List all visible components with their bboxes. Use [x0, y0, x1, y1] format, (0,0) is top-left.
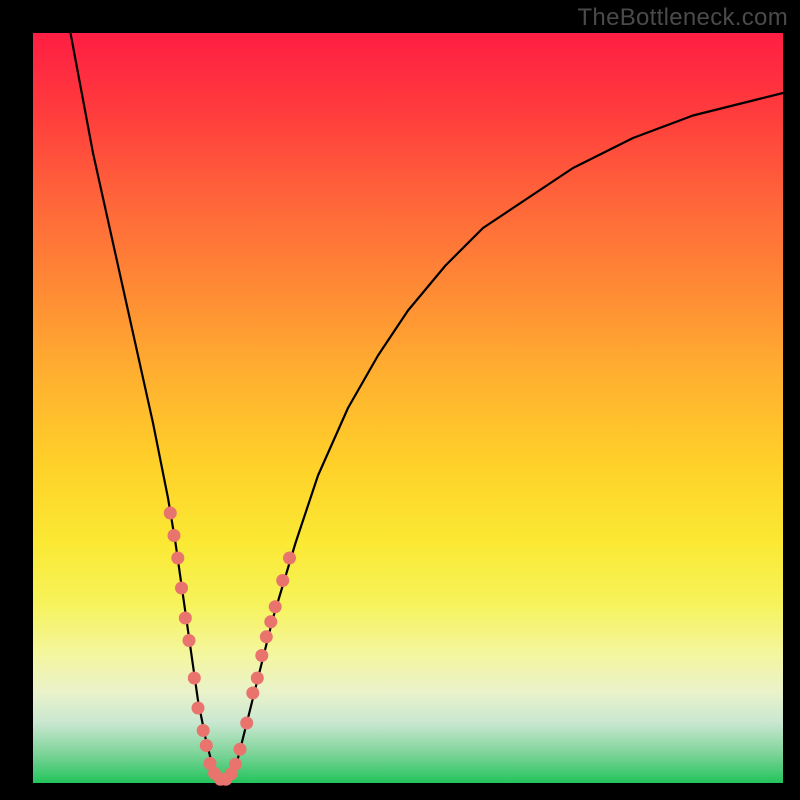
curve-dot — [164, 507, 177, 520]
watermark-text: TheBottleneck.com — [577, 4, 788, 32]
curve-dot — [251, 672, 264, 685]
curve-dot — [175, 582, 188, 595]
outer-frame: TheBottleneck.com — [0, 0, 800, 800]
curve-dot — [179, 612, 192, 625]
curve-dot — [200, 739, 213, 752]
curve-dot — [188, 672, 201, 685]
curve-dot — [197, 724, 210, 737]
curve-dot — [246, 687, 259, 700]
curve-dot — [260, 630, 273, 643]
curve-dot — [269, 600, 282, 613]
curve-dot — [240, 717, 253, 730]
curve-dot — [276, 574, 289, 587]
chart-svg — [33, 33, 783, 783]
curve-dot — [229, 758, 242, 771]
curve-dot — [183, 634, 196, 647]
curve-dot — [283, 552, 296, 565]
bottleneck-curve — [71, 33, 784, 783]
curve-dots — [164, 507, 296, 786]
plot-area — [33, 33, 783, 783]
curve-dot — [264, 615, 277, 628]
curve-dot — [192, 702, 205, 715]
curve-dot — [168, 529, 181, 542]
curve-dot — [255, 649, 268, 662]
curve-dot — [171, 552, 184, 565]
curve-dot — [234, 743, 247, 756]
